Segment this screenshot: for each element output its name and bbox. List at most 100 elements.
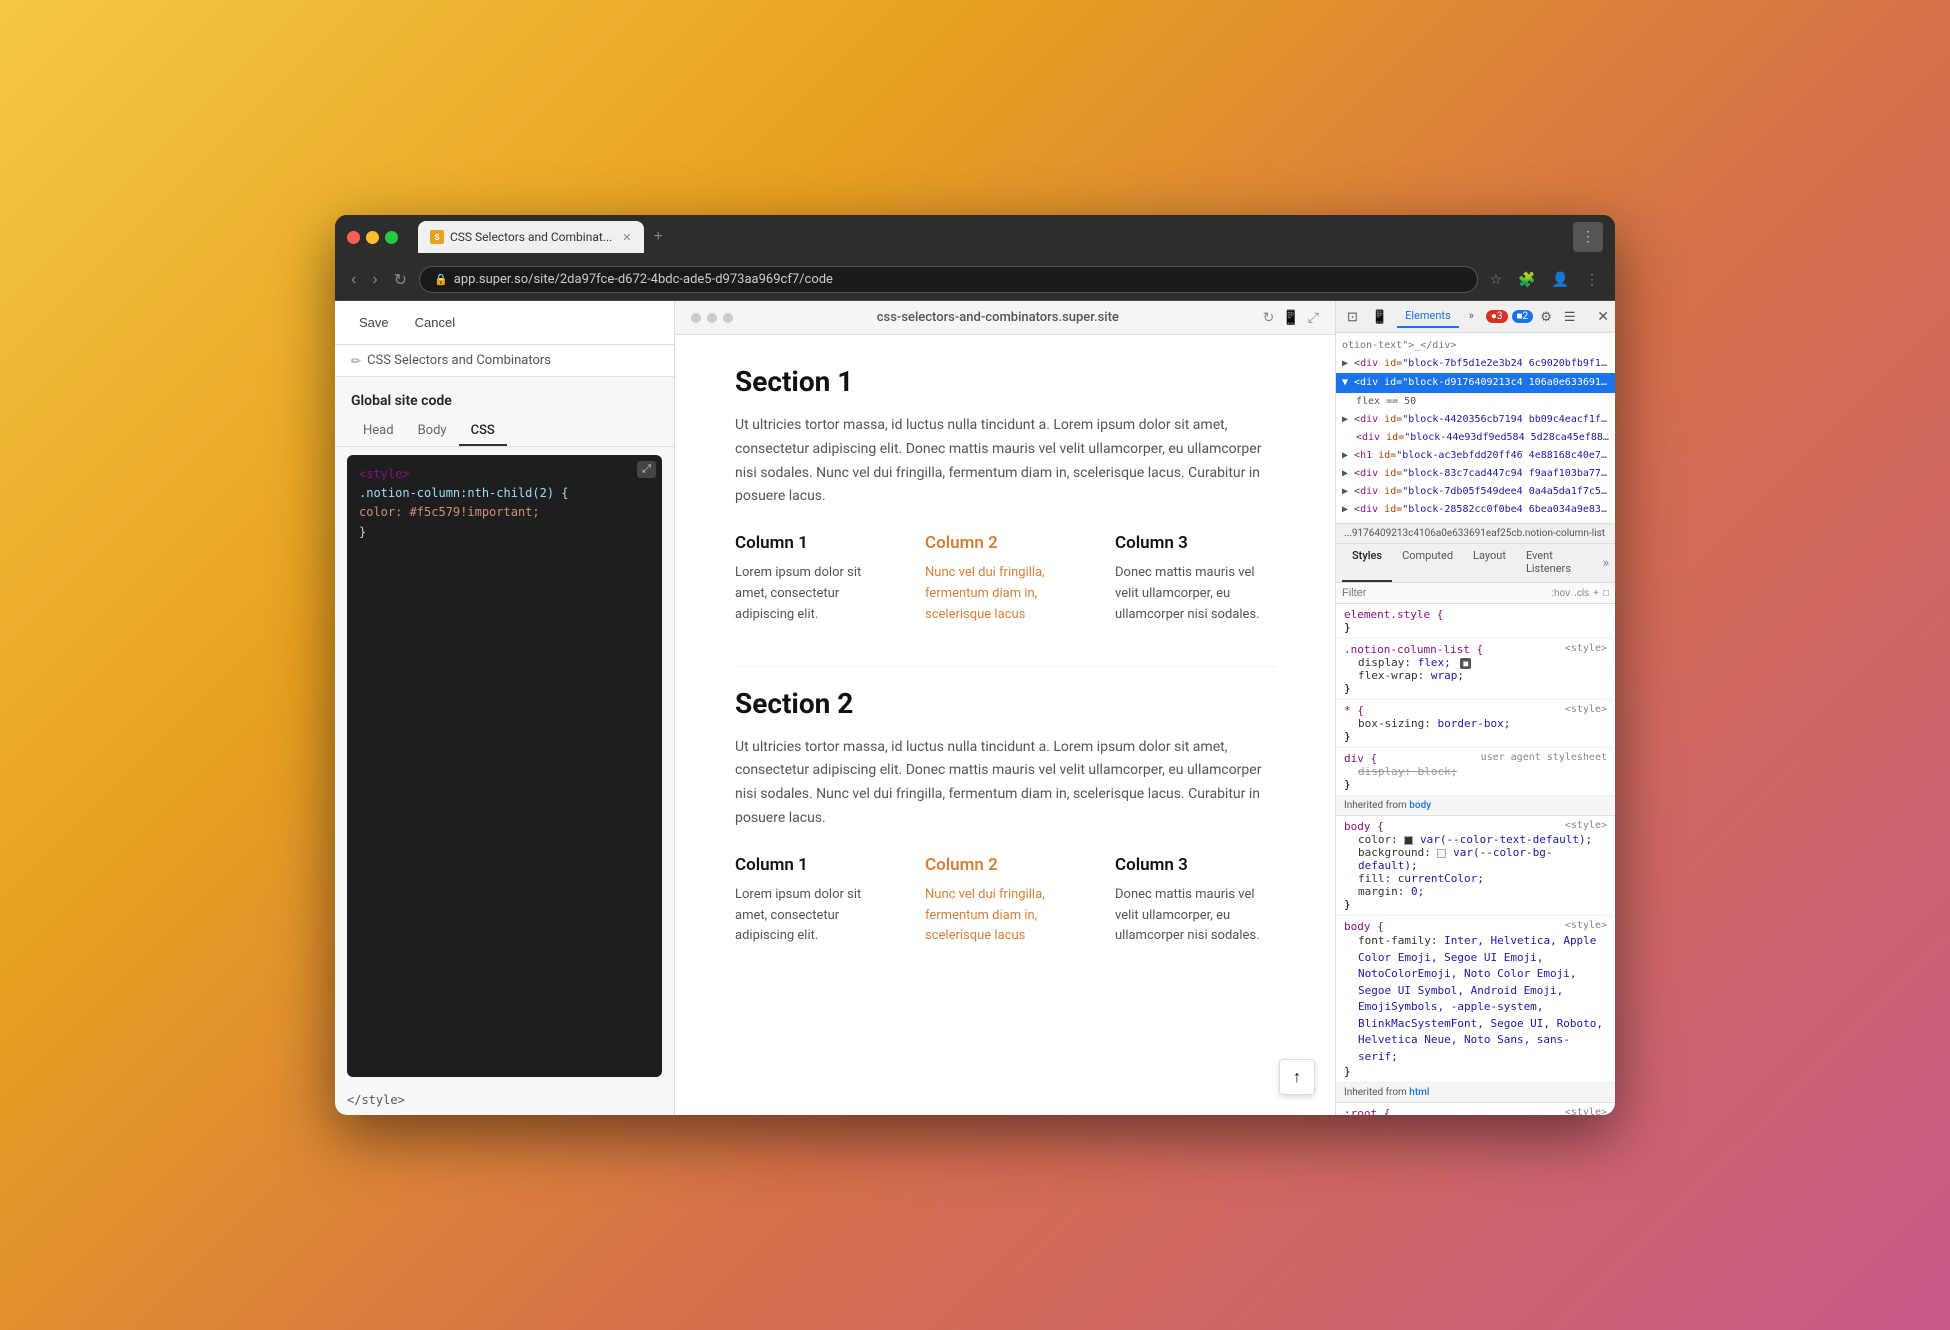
- s2-col-3-title: Column 3: [1115, 855, 1275, 875]
- minimize-button[interactable]: [366, 231, 379, 244]
- col-2-title: Column 2: [925, 533, 1085, 553]
- more-styles-tabs[interactable]: »: [1602, 544, 1609, 582]
- css-selector: .notion-column:nth-child(2) {: [359, 486, 569, 500]
- dom-node[interactable]: ▶ <h1 id="block-ac3ebfdd20ff46 4e88168c4…: [1336, 447, 1615, 465]
- box-sizing-prop: box-sizing:: [1358, 717, 1431, 730]
- devtools-breadcrumb-text: ...9176409213c4106a0e633691eaf25cb.notio…: [1344, 528, 1605, 539]
- event-listeners-tab[interactable]: Event Listeners: [1516, 544, 1603, 582]
- css-close-brace: }: [359, 525, 366, 539]
- close-button[interactable]: [347, 231, 360, 244]
- styles-panel: Styles Computed Layout Event Listeners »…: [1336, 543, 1615, 1115]
- code-line-style-open: <style>: [359, 465, 650, 484]
- tab-close-icon[interactable]: ✕: [622, 231, 631, 244]
- section-2-col-2: Column 2 Nunc vel dui fringilla, ferment…: [925, 855, 1085, 947]
- body-tab[interactable]: Body: [406, 417, 459, 446]
- more-tabs-button[interactable]: »: [1461, 305, 1482, 328]
- expand-button[interactable]: ⤢: [637, 461, 656, 478]
- reload-button[interactable]: ↻: [390, 266, 411, 294]
- inspect-element-button[interactable]: ⊡: [1342, 306, 1363, 328]
- extensions-button[interactable]: 🧩: [1514, 267, 1539, 292]
- dom-node[interactable]: ▶ <div id="block-28582cc0f0be4 6bea034a9…: [1336, 501, 1615, 519]
- section-2-col-1: Column 1 Lorem ipsum dolor sit amet, con…: [735, 855, 895, 947]
- css-tab[interactable]: CSS: [459, 417, 507, 446]
- hover-filter-button[interactable]: :hov: [1551, 588, 1570, 599]
- section-2-text: Ut ultricies tortor massa, id luctus nul…: [735, 736, 1275, 831]
- devtools-tab-bar: Elements » ●3 ■2 ⚙ ☰: [1397, 305, 1580, 328]
- mobile-preview-button[interactable]: 📱: [1282, 309, 1299, 326]
- computed-tab[interactable]: Computed: [1392, 544, 1463, 582]
- address-input[interactable]: 🔒 app.super.so/site/2da97fce-d672-4bdc-a…: [419, 266, 1478, 293]
- styles-tab[interactable]: Styles: [1342, 544, 1392, 582]
- filter-input[interactable]: [1342, 587, 1547, 599]
- dom-node[interactable]: ▶ <div id="block-4420356cb7194 bb09c4eac…: [1336, 411, 1615, 429]
- section-1-title: Section 1: [735, 365, 1275, 398]
- body-link[interactable]: body: [1409, 800, 1431, 811]
- code-line-selector: .notion-column:nth-child(2) {: [359, 484, 650, 503]
- traffic-lights: [347, 231, 398, 244]
- preview-panel: css-selectors-and-combinators.super.site…: [675, 301, 1335, 1115]
- layout-tab[interactable]: Layout: [1463, 544, 1516, 582]
- dom-node[interactable]: ▶ <div id="block-7bf5d1e2e3b24 6c9020bfb…: [1336, 355, 1615, 373]
- elements-tab[interactable]: Elements: [1397, 305, 1459, 328]
- preview-content: Section 1 Ut ultricies tortor massa, id …: [675, 335, 1335, 1017]
- preview-actions: ↻ 📱 ⤢: [1263, 309, 1319, 326]
- section-1-columns: Column 1 Lorem ipsum dolor sit amet, con…: [735, 533, 1275, 625]
- new-tab-button[interactable]: +: [648, 228, 669, 246]
- dom-node[interactable]: ▶ <div id="block-7db05f549dee4 0a4a5da1f…: [1336, 483, 1615, 501]
- profile-button[interactable]: 👤: [1548, 267, 1573, 292]
- cancel-button[interactable]: Cancel: [407, 311, 463, 334]
- scroll-to-top-button[interactable]: ↑: [1279, 1059, 1315, 1095]
- dom-node-selected[interactable]: ▼ <div id="block-d9176409213c4 106a0e633…: [1336, 373, 1615, 393]
- star-source: <style>: [1565, 704, 1607, 715]
- editor-panel: Save Cancel ✏ CSS Selectors and Combinat…: [335, 301, 675, 1115]
- dom-node[interactable]: <div id="block-44e93df9ed584 5d28ca45ef8…: [1336, 429, 1615, 447]
- preview-dot-1: [691, 313, 701, 323]
- warning-badge: ■2: [1512, 310, 1534, 323]
- body-rule-1-close: }: [1344, 898, 1351, 911]
- browser-extensions: ⋮: [1573, 222, 1603, 252]
- section-1-col-1: Column 1 Lorem ipsum dolor sit amet, con…: [735, 533, 895, 625]
- expand-preview-button[interactable]: ⤢: [1308, 309, 1319, 326]
- tab-favicon: S: [430, 230, 444, 244]
- s2-col-1-text: Lorem ipsum dolor sit amet, consectetur …: [735, 885, 895, 947]
- toggle-sidebar-button[interactable]: □: [1603, 588, 1609, 599]
- star-selector: * {: [1344, 704, 1364, 717]
- dom-node[interactable]: otion-text">_</div>: [1336, 337, 1615, 355]
- back-button[interactable]: ‹: [347, 267, 360, 293]
- dom-node[interactable]: flex == 50: [1336, 393, 1615, 411]
- device-toolbar-button[interactable]: 📱: [1367, 306, 1393, 328]
- lock-icon: 🔒: [434, 273, 448, 286]
- code-editor[interactable]: ⤢ <style> .notion-column:nth-child(2) { …: [347, 455, 662, 1077]
- active-tab[interactable]: S CSS Selectors and Combinat... ✕: [418, 221, 644, 253]
- add-style-button[interactable]: +: [1593, 588, 1599, 599]
- flex-wrap-prop: flex-wrap:: [1358, 669, 1424, 682]
- body-source-1: <style>: [1565, 820, 1607, 831]
- body-rule-1: body { <style> color: var(--color-text-d…: [1336, 816, 1615, 916]
- cls-filter-button[interactable]: .cls: [1574, 588, 1589, 599]
- root-rule: :root { <style>: [1336, 1103, 1615, 1115]
- forward-button[interactable]: ›: [368, 267, 381, 293]
- refresh-preview-button[interactable]: ↻: [1263, 309, 1275, 326]
- dom-tree: otion-text">_</div> ▶ <div id="block-7bf…: [1336, 333, 1615, 523]
- dom-node[interactable]: ▶ <div id="block-83c7cad447c94 f9aaf103b…: [1336, 465, 1615, 483]
- devtools-toolbar: ⊡ 📱 Elements » ●3 ■2 ⚙ ☰ ✕: [1336, 301, 1615, 333]
- head-tab[interactable]: Head: [351, 417, 406, 446]
- background-prop: background:: [1358, 846, 1431, 859]
- devtools-close-button[interactable]: ✕: [1597, 308, 1609, 325]
- more-options-button[interactable]: ☰: [1559, 306, 1581, 328]
- inherited-from-html-header: Inherited from html: [1336, 1083, 1615, 1103]
- col-3-text: Donec mattis mauris vel velit ullamcorpe…: [1115, 563, 1275, 625]
- bookmark-button[interactable]: ☆: [1486, 267, 1507, 292]
- browser-actions: ☆ 🧩 👤 ⋮: [1486, 267, 1603, 292]
- menu-button[interactable]: ⋮: [1581, 267, 1603, 292]
- col-2-text: Nunc vel dui fringilla, fermentum diam i…: [925, 563, 1085, 625]
- save-button[interactable]: Save: [351, 311, 397, 334]
- notion-column-list-rule: .notion-column-list { <style> display: f…: [1336, 639, 1615, 700]
- browser-window: S CSS Selectors and Combinat... ✕ + ⋮ ‹ …: [335, 215, 1615, 1115]
- title-bar: S CSS Selectors and Combinat... ✕ + ⋮: [335, 215, 1615, 259]
- settings-button[interactable]: ⚙: [1535, 306, 1557, 328]
- tab-bar: S CSS Selectors and Combinat... ✕ +: [418, 221, 1565, 253]
- html-link[interactable]: html: [1409, 1087, 1429, 1098]
- fullscreen-button[interactable]: [385, 231, 398, 244]
- address-bar: ‹ › ↻ 🔒 app.super.so/site/2da97fce-d672-…: [335, 259, 1615, 301]
